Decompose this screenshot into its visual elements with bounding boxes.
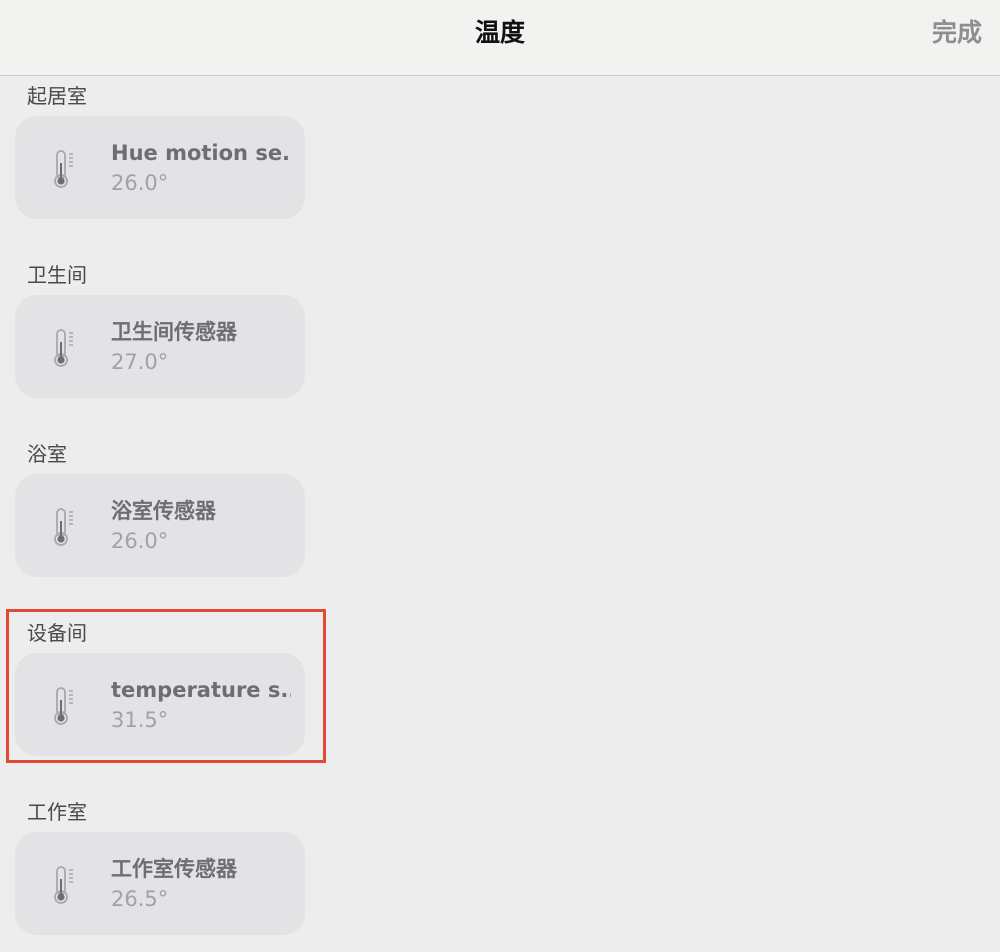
sensor-temperature: 27.0° [111,350,169,374]
thermometer-icon [54,508,73,546]
sensor-name: 卫生间传感器 [111,320,237,344]
room-title: 卫生间 [27,263,87,287]
thermometer-icon [54,687,73,725]
sensor-tile[interactable]: temperature s... 31.5° [15,653,305,756]
sensor-tile[interactable]: 工作室传感器 26.5° [15,832,305,935]
thermometer-icon [54,866,73,904]
thermometer-icon [54,329,73,367]
room-title: 浴室 [27,442,67,466]
sensor-temperature: 26.0° [111,171,169,195]
sensor-temperature: 31.5° [111,708,169,732]
page-title: 温度 [474,18,525,47]
sensor-tile[interactable]: 卫生间传感器 27.0° [15,295,305,398]
sensor-temperature: 26.0° [111,529,169,553]
sensor-tile[interactable]: 浴室传感器 26.0° [15,474,305,577]
room-title: 起居室 [27,84,87,108]
sensor-name: 工作室传感器 [111,857,237,881]
sensor-name: 浴室传感器 [111,499,216,523]
sensor-tile[interactable]: Hue motion se... 26.0° [15,116,305,219]
room-title: 设备间 [27,621,87,645]
sensor-name: temperature s... [111,678,291,702]
thermometer-icon [54,150,73,188]
sensor-name: Hue motion se... [111,141,291,165]
sensor-temperature: 26.5° [111,887,169,911]
sensor-list: 起居室 Hue motion se... 26.0° 卫生间 卫生间传感器 27… [0,77,1000,952]
done-button[interactable]: 完成 [932,18,982,48]
navigation-bar: 温度 完成 [0,0,1000,76]
room-title: 工作室 [27,800,87,824]
